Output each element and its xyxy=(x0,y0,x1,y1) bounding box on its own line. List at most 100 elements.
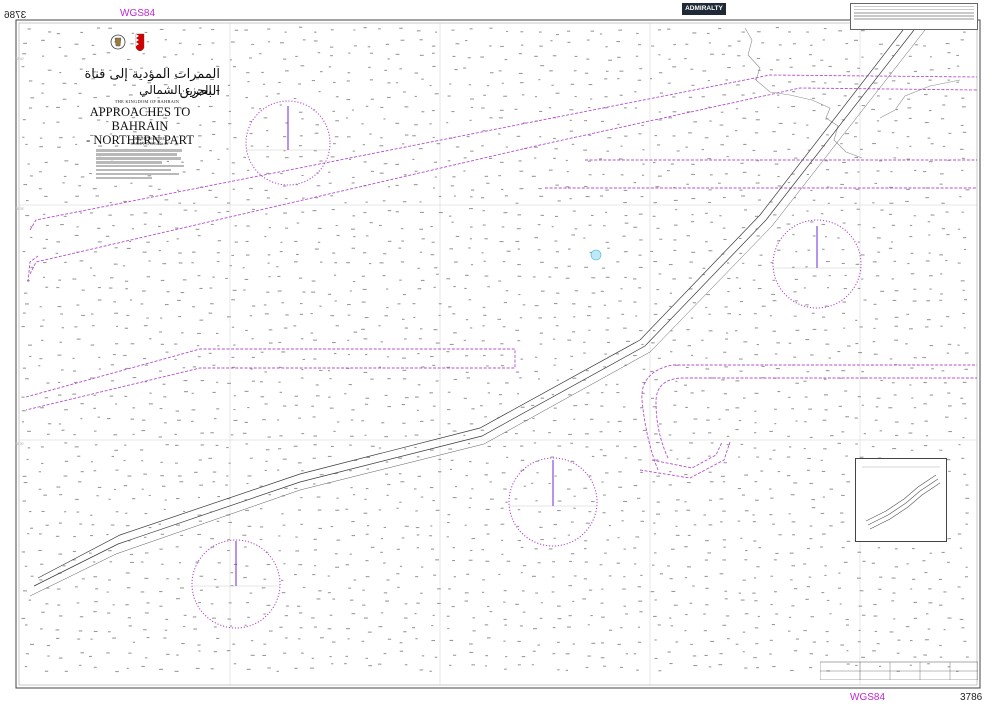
sounding-mark xyxy=(471,488,474,490)
sounding-mark xyxy=(718,664,723,666)
sounding-mark xyxy=(707,552,712,554)
sounding-mark xyxy=(880,53,883,55)
sounding-mark xyxy=(401,537,405,539)
sounding-mark xyxy=(522,565,527,567)
sounding-mark xyxy=(654,639,657,641)
sounding-mark xyxy=(96,27,101,29)
sounding-mark xyxy=(929,69,934,71)
sounding-mark xyxy=(753,540,757,542)
sounding-mark xyxy=(754,410,757,412)
sounding-mark xyxy=(80,418,83,420)
sounding-mark xyxy=(590,615,593,617)
sounding-mark xyxy=(251,107,255,109)
sounding-mark xyxy=(40,325,44,327)
sounding-mark xyxy=(553,537,556,539)
sounding-mark xyxy=(773,559,777,561)
sounding-mark xyxy=(585,370,589,372)
sounding-mark xyxy=(657,144,661,146)
sounding-mark xyxy=(705,241,708,243)
sounding-mark xyxy=(962,131,967,133)
sounding-mark xyxy=(669,471,672,473)
sounding-mark xyxy=(293,98,297,100)
sounding-mark xyxy=(552,55,557,57)
sounding-mark xyxy=(620,174,624,176)
sounding-mark xyxy=(788,513,791,515)
sounding-mark xyxy=(249,133,253,135)
sounding-mark xyxy=(940,325,943,327)
sounding-mark xyxy=(182,626,186,628)
sounding-mark xyxy=(127,617,131,619)
sounding-mark xyxy=(41,462,44,464)
sounding-mark xyxy=(320,637,324,639)
sounding-mark xyxy=(946,352,950,354)
sounding-mark xyxy=(948,470,951,472)
sounding-mark xyxy=(517,214,522,216)
sounding-mark xyxy=(601,616,605,618)
sounding-mark xyxy=(704,137,709,139)
sounding-mark xyxy=(739,252,743,254)
sounding-mark xyxy=(346,99,351,101)
sounding-mark xyxy=(928,110,932,112)
sounding-mark xyxy=(551,576,555,578)
sounding-mark xyxy=(880,379,883,381)
sounding-mark xyxy=(653,313,658,315)
sounding-mark xyxy=(669,663,673,665)
sounding-mark xyxy=(623,107,627,109)
sounding-mark xyxy=(419,251,422,253)
sounding-mark xyxy=(927,628,931,630)
sounding-mark xyxy=(772,214,777,216)
sounding-mark xyxy=(416,602,420,604)
sounding-mark xyxy=(149,195,153,197)
sounding-mark xyxy=(278,550,281,552)
sounding-mark xyxy=(129,553,134,555)
sounding-mark xyxy=(759,254,763,256)
sounding-mark xyxy=(888,247,893,249)
sounding-mark xyxy=(162,485,166,487)
sounding-mark xyxy=(452,313,456,315)
sounding-mark xyxy=(710,53,714,55)
sounding-mark xyxy=(419,201,422,203)
sounding-mark xyxy=(924,572,928,574)
sounding-mark xyxy=(184,391,188,393)
sounding-mark xyxy=(708,666,712,668)
sounding-mark xyxy=(143,358,147,360)
sounding-mark xyxy=(146,317,149,319)
sounding-mark xyxy=(403,617,408,619)
sounding-mark xyxy=(417,288,422,290)
sounding-mark xyxy=(93,630,98,632)
sounding-mark xyxy=(314,132,319,134)
sounding-mark xyxy=(654,599,657,601)
sounding-mark xyxy=(404,435,407,437)
sounding-mark xyxy=(213,578,217,580)
sounding-mark xyxy=(778,44,782,46)
sounding-mark xyxy=(846,624,849,626)
sounding-mark xyxy=(331,209,335,211)
sounding-mark xyxy=(672,96,676,98)
sounding-mark xyxy=(686,482,691,484)
sounding-mark xyxy=(889,358,893,360)
sounding-mark xyxy=(842,222,846,224)
sounding-mark xyxy=(929,275,933,277)
sounding-mark xyxy=(769,430,773,432)
sounding-mark xyxy=(353,236,356,238)
sounding-mark xyxy=(381,422,385,424)
sounding-mark xyxy=(266,291,270,293)
sounding-mark xyxy=(960,39,964,41)
sounding-mark xyxy=(719,498,724,500)
sounding-mark xyxy=(963,31,966,33)
sounding-mark xyxy=(162,56,167,58)
sounding-mark xyxy=(158,250,161,252)
sounding-mark xyxy=(675,641,679,643)
sounding-mark xyxy=(217,345,220,347)
sounding-mark xyxy=(24,292,28,294)
sounding-mark xyxy=(334,553,338,555)
sounding-mark xyxy=(193,628,198,630)
sounding-mark xyxy=(489,27,493,29)
sounding-mark xyxy=(947,343,952,345)
sounding-mark xyxy=(789,57,792,59)
subtitle-arabic: - الجزء الشمالي xyxy=(139,83,220,97)
sounding-mark xyxy=(210,668,214,670)
sounding-mark xyxy=(965,189,970,191)
sounding-mark xyxy=(769,458,772,460)
sounding-mark xyxy=(658,29,661,31)
